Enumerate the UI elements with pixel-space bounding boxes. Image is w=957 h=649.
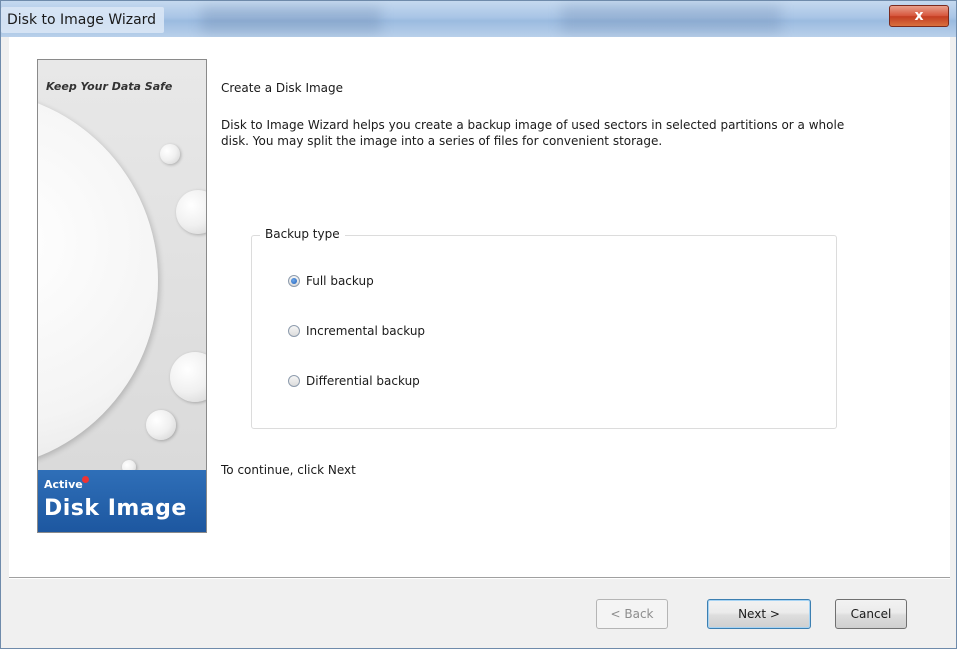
logo-dot-icon: [82, 476, 89, 483]
title-bar: Disk to Image Wizard x: [1, 1, 956, 37]
decorative-bubble: [170, 352, 206, 402]
close-icon: x: [914, 8, 924, 24]
incremental-backup-option[interactable]: Incremental backup: [288, 322, 425, 340]
decorative-bubble: [146, 410, 176, 440]
full-backup-radio[interactable]: [288, 275, 300, 287]
wizard-window: Disk to Image Wizard x Keep Your Data Sa…: [0, 0, 957, 649]
logo-small-text: Active: [44, 478, 83, 491]
page-description: Disk to Image Wizard helps you create a …: [221, 118, 845, 148]
cancel-button[interactable]: Cancel: [835, 599, 907, 629]
decorative-bubble: [176, 190, 206, 234]
page-heading: Create a Disk Image: [221, 81, 344, 95]
wizard-side-image: Keep Your Data Safe Active Disk Image: [37, 59, 207, 533]
full-backup-option[interactable]: Full backup: [288, 272, 374, 290]
title-bar-glass-decoration: [201, 7, 381, 33]
differential-backup-radio[interactable]: [288, 375, 300, 387]
continue-instruction: To continue, click Next: [221, 463, 356, 477]
back-button[interactable]: < Back: [596, 599, 668, 629]
backup-type-group: Backup type Full backup Incremental back…: [251, 227, 837, 429]
product-logo: Active Disk Image: [38, 470, 206, 532]
full-backup-label: Full backup: [306, 274, 374, 288]
window-title: Disk to Image Wizard: [1, 7, 165, 33]
backup-type-label: Backup type: [260, 227, 345, 241]
wizard-page: Keep Your Data Safe Active Disk Image Cr…: [9, 37, 950, 577]
wizard-client-area: Keep Your Data Safe Active Disk Image Cr…: [9, 37, 950, 642]
decorative-bubble: [160, 144, 180, 164]
differential-backup-label: Differential backup: [306, 374, 420, 388]
incremental-backup-label: Incremental backup: [306, 324, 426, 338]
button-separator: [9, 577, 950, 579]
next-button[interactable]: Next >: [707, 599, 811, 629]
title-bar-glass-decoration: [561, 5, 781, 33]
incremental-backup-radio[interactable]: [288, 325, 300, 337]
art-caption: Keep Your Data Safe: [46, 80, 173, 93]
differential-backup-option[interactable]: Differential backup: [288, 372, 420, 390]
logo-big-text: Disk Image: [44, 496, 187, 521]
decorative-disc: [38, 90, 158, 470]
close-button[interactable]: x: [889, 5, 949, 27]
